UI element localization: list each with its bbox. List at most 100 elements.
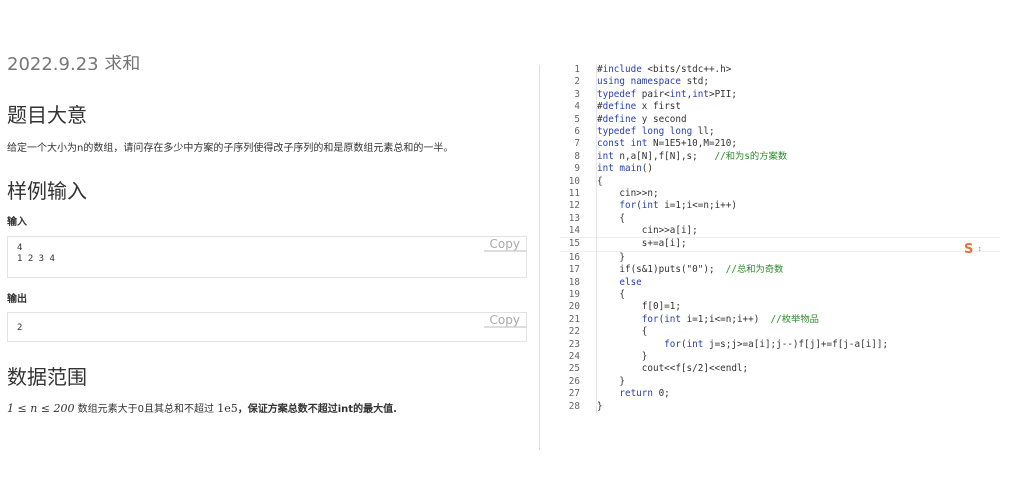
- line-number: 15: [568, 238, 580, 250]
- code-line[interactable]: 14 cin>>a[i];: [560, 225, 1000, 238]
- code-line[interactable]: 8 int n,a[N],f[N],s; //和为s的方案数: [560, 150, 1000, 164]
- line-number: 11: [568, 187, 580, 199]
- code-text: if(s&1)puts("0"); //总和为奇数: [596, 264, 784, 277]
- code-text: #include <bits/stdc++.h>: [596, 64, 732, 77]
- range-text: 1 ≤ n ≤ 200 数组元素大于0且其总和不超过 1e5，保证方案总数不超过…: [7, 400, 397, 415]
- code-text: for(int j=s;j>=a[i];j--)f[j]+=f[j-a[i]];: [596, 338, 888, 351]
- output-label: 输出: [7, 294, 27, 305]
- code-text: typedef pair<int,int>PII;: [596, 88, 737, 102]
- code-text: cin>>a[i];: [596, 225, 698, 238]
- code-editor[interactable]: 1 #include <bits/stdc++.h> 2 using namespac…: [560, 64, 1000, 413]
- line-number: 5: [574, 113, 580, 125]
- code-line[interactable]: 2 using namespace std;: [560, 76, 1000, 89]
- line-number: 24: [568, 350, 580, 362]
- code-text: {: [596, 175, 603, 188]
- code-line[interactable]: 24 }: [560, 350, 1000, 364]
- code-line[interactable]: 26 }: [560, 375, 1000, 389]
- line-number: 9: [574, 163, 580, 175]
- range-desc: 数组元素大于0且其总和不超过: [74, 404, 218, 415]
- input-line: 4: [17, 243, 23, 253]
- code-text: else: [596, 276, 642, 290]
- code-line[interactable]: 25 cout<<f[s/2]<<endl;: [560, 363, 1000, 376]
- line-number: 10: [568, 175, 580, 187]
- code-line[interactable]: 10 {: [560, 175, 1000, 188]
- code-text: cin>>n;: [596, 187, 659, 201]
- code-text: }: [596, 400, 603, 413]
- output-line: 2: [17, 323, 23, 333]
- line-number: 6: [574, 125, 580, 137]
- code-text: using namespace std;: [596, 76, 709, 89]
- range-guarantee: ，保证方案总数不超过int的最大值.: [237, 404, 397, 415]
- copy-input-button[interactable]: Copy: [483, 238, 526, 252]
- line-number: 1: [574, 64, 580, 75]
- code-text: int n,a[N],f[N],s; //和为s的方案数: [596, 150, 788, 164]
- code-line[interactable]: 20 f[0]=1;: [560, 301, 1000, 314]
- code-line[interactable]: 19 {: [560, 289, 1000, 302]
- code-text: for(int i=1;i<=n;i++): [596, 200, 737, 213]
- input-label: 输入: [7, 217, 27, 228]
- code-text: {: [596, 289, 625, 302]
- sample-output-box: 2 Copy: [7, 312, 527, 342]
- code-text: const int N=1E5+10,M=210;: [596, 138, 737, 151]
- code-line[interactable]: 12 for(int i=1;i<=n;i++): [560, 200, 1000, 213]
- line-number: 23: [568, 338, 580, 350]
- code-text: for(int i=1;i<=n;i++) //枚举物品: [596, 313, 819, 327]
- code-line[interactable]: 13 {: [560, 212, 1000, 226]
- sogou-logo-icon[interactable]: S: [964, 242, 973, 257]
- line-number: 17: [568, 264, 580, 276]
- line-number: 14: [568, 225, 580, 237]
- code-text: #define y second: [596, 113, 687, 126]
- code-text: f[0]=1;: [596, 301, 681, 314]
- code-text: }: [596, 251, 625, 265]
- line-number: 20: [568, 301, 580, 313]
- code-line[interactable]: 6 typedef long long ll;: [560, 125, 1000, 139]
- code-text: }: [596, 350, 648, 364]
- line-number: 19: [568, 289, 580, 301]
- copy-output-button[interactable]: Copy: [483, 314, 526, 328]
- code-line[interactable]: 7 const int N=1E5+10,M=210;: [560, 138, 1000, 151]
- code-line[interactable]: 11 cin>>n;: [560, 187, 1000, 201]
- heading-range: 数据范围: [7, 365, 87, 389]
- problem-text: 给定一个大小为n的数组，请问存在多少中方案的子序列使得改子序列的和是原数组元素总…: [7, 143, 454, 154]
- code-text: {: [596, 326, 648, 339]
- line-number: 28: [568, 400, 580, 412]
- code-line[interactable]: 16 }: [560, 251, 1000, 265]
- code-line[interactable]: 1 #include <bits/stdc++.h>: [560, 64, 1000, 77]
- code-text: int main(): [596, 163, 653, 176]
- code-line[interactable]: 3 typedef pair<int,int>PII;: [560, 88, 1000, 102]
- code-line[interactable]: 28}: [560, 400, 1000, 413]
- line-number: 27: [568, 388, 580, 400]
- ime-toolbar[interactable]: S ⠆: [964, 240, 1000, 258]
- line-number: 21: [568, 313, 580, 325]
- input-line: 1 2 3 4: [17, 254, 55, 264]
- code-line[interactable]: 22 {: [560, 326, 1000, 339]
- ime-dots-icon[interactable]: ⠆: [977, 244, 984, 255]
- line-number: 18: [568, 276, 580, 288]
- code-text: cout<<f[s/2]<<endl;: [596, 363, 749, 376]
- post-date: 2022.9.23 求和: [7, 54, 141, 70]
- code-line[interactable]: 27 return 0;: [560, 388, 1000, 401]
- code-text: typedef long long ll;: [596, 125, 715, 139]
- line-number: 25: [568, 363, 580, 375]
- code-line[interactable]: 4 #define x first: [560, 101, 1000, 114]
- line-number: 8: [574, 150, 580, 162]
- sample-input-box: 4 1 2 3 4 Copy: [7, 236, 527, 278]
- line-number: 7: [574, 138, 580, 150]
- code-line[interactable]: 5 #define y second: [560, 113, 1000, 126]
- line-number: 22: [568, 326, 580, 338]
- code-text: #define x first: [596, 101, 681, 114]
- code-line[interactable]: 15 s+=a[i];: [560, 237, 1000, 252]
- line-number: 26: [568, 375, 580, 387]
- code-line[interactable]: 18 else: [560, 276, 1000, 290]
- heading-problem: 题目大意: [7, 103, 87, 127]
- heading-sample: 样例输入: [7, 179, 87, 203]
- code-line[interactable]: 9 int main(): [560, 163, 1000, 176]
- divider: [539, 65, 540, 450]
- line-number: 3: [574, 88, 580, 100]
- range-math: 1 ≤ n ≤ 200: [7, 402, 75, 415]
- range-math: 1e5: [217, 402, 238, 415]
- problem-panel: 2022.9.23 求和 题目大意 给定一个大小为n的数组，请问存在多少中方案的…: [0, 0, 540, 500]
- code-line[interactable]: 17 if(s&1)puts("0"); //总和为奇数: [560, 264, 1000, 277]
- code-line[interactable]: 23 for(int j=s;j>=a[i];j--)f[j]+=f[j-a[i…: [560, 338, 1000, 351]
- code-line[interactable]: 21 for(int i=1;i<=n;i++) //枚举物品: [560, 313, 1000, 327]
